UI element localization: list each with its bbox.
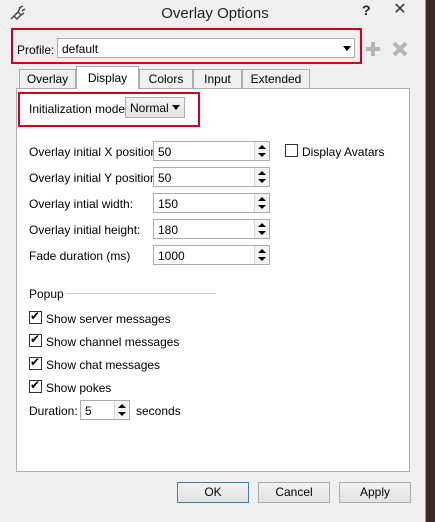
show-chat-messages-checkbox[interactable]	[29, 355, 42, 370]
show-pokes-checkbox[interactable]	[29, 378, 42, 393]
overlay-options-dialog: Overlay Options ? ✕ Profile: default Ove…	[0, 0, 426, 522]
chevron-down-icon	[172, 105, 180, 110]
x-position-label: Overlay initial X position:	[29, 145, 161, 159]
profile-value: default	[62, 42, 99, 56]
spin-down-icon[interactable]	[258, 205, 266, 209]
show-server-messages-checkbox[interactable]	[29, 309, 42, 324]
spin-down-icon[interactable]	[258, 153, 266, 157]
spin-up-icon[interactable]	[258, 249, 266, 253]
chevron-down-icon	[343, 46, 351, 51]
x-position-spinbox[interactable]: 50	[153, 141, 270, 161]
spin-up-icon[interactable]	[258, 145, 266, 149]
duration-unit: seconds	[136, 404, 181, 418]
display-avatars-label: Display Avatars	[302, 145, 385, 159]
add-profile-button[interactable]	[364, 40, 382, 58]
help-button[interactable]: ?	[362, 2, 376, 20]
show-pokes-label: Show pokes	[46, 381, 112, 395]
profile-select[interactable]: default	[57, 38, 355, 58]
height-spinbox[interactable]: 180	[153, 219, 270, 239]
width-value: 150	[158, 197, 179, 211]
show-server-messages-label: Show server messages	[46, 312, 171, 326]
duration-label: Duration:	[29, 404, 78, 418]
spin-up-icon[interactable]	[118, 404, 126, 408]
cross-icon	[392, 41, 408, 57]
show-channel-messages-checkbox[interactable]	[29, 332, 42, 347]
height-value: 180	[158, 223, 179, 237]
width-spinbox[interactable]: 150	[153, 193, 270, 213]
close-icon: ✕	[393, 1, 407, 18]
spin-up-icon[interactable]	[258, 197, 266, 201]
tab-input[interactable]: Input	[193, 69, 242, 88]
tab-colors[interactable]: Colors	[139, 69, 193, 88]
spin-down-icon[interactable]	[258, 231, 266, 235]
spin-up-icon[interactable]	[258, 223, 266, 227]
height-label: Overlay initial height:	[29, 223, 141, 237]
width-label: Overlay intial width:	[29, 197, 134, 211]
fade-duration-spinbox[interactable]: 1000	[153, 245, 270, 265]
show-channel-messages-label: Show channel messages	[46, 335, 180, 349]
ok-button[interactable]: OK	[177, 482, 249, 503]
y-position-spinbox[interactable]: 50	[153, 167, 270, 187]
duration-spinbox[interactable]: 5	[80, 400, 130, 420]
close-button[interactable]: ✕	[378, 0, 422, 22]
delete-profile-button[interactable]	[391, 40, 409, 58]
show-chat-messages-label: Show chat messages	[46, 358, 161, 372]
spin-down-icon[interactable]	[258, 257, 266, 261]
init-mode-label: Initialization mode:	[29, 102, 129, 116]
init-mode-select[interactable]: Normal	[125, 97, 185, 118]
spin-up-icon[interactable]	[258, 171, 266, 175]
y-position-label: Overlay initial Y position:	[29, 171, 160, 185]
spin-down-icon[interactable]	[258, 179, 266, 183]
fade-duration-value: 1000	[158, 249, 185, 263]
duration-value: 5	[85, 404, 92, 418]
popup-group-label: Popup	[29, 287, 64, 301]
profile-label: Profile:	[17, 43, 55, 57]
spin-down-icon[interactable]	[118, 412, 126, 416]
fade-duration-label: Fade duration (ms)	[29, 249, 131, 263]
display-avatars-checkbox[interactable]	[285, 144, 298, 157]
init-mode-value: Normal	[130, 101, 169, 115]
x-position-value: 50	[158, 145, 172, 159]
tab-display[interactable]: Display	[76, 66, 139, 89]
tab-extended[interactable]: Extended	[242, 69, 310, 88]
tab-overlay[interactable]: Overlay	[19, 69, 76, 88]
y-position-value: 50	[158, 171, 172, 185]
popup-divider	[66, 293, 216, 294]
plus-icon	[366, 42, 380, 56]
apply-button[interactable]: Apply	[339, 482, 411, 503]
cancel-button[interactable]: Cancel	[258, 482, 330, 503]
